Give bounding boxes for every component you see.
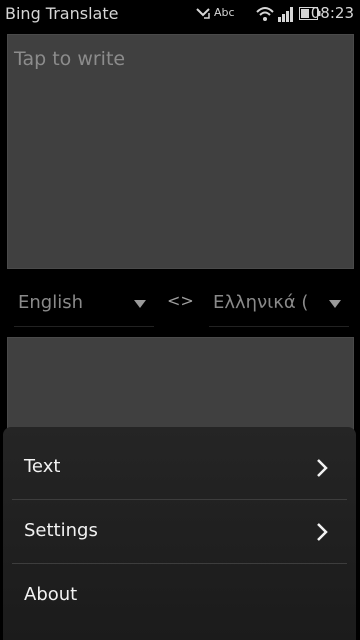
app-title: Bing Translate (5, 4, 119, 23)
menu-item-label: Settings (24, 520, 98, 541)
status-icons: Abc 08:23 (190, 4, 360, 24)
menu-item-label: About (24, 584, 78, 605)
chevron-right-icon (317, 523, 328, 541)
source-text-input[interactable]: Tap to write (7, 34, 354, 269)
network-label: Abc (214, 6, 235, 19)
menu-item-about[interactable]: About (12, 564, 347, 628)
chevron-right-icon (317, 459, 328, 477)
missed-call-icon (196, 8, 210, 19)
language-bar: English <> Ελληνικά ( (0, 282, 360, 327)
dropdown-arrow-icon (134, 300, 146, 308)
swap-languages-button[interactable]: <> (167, 291, 194, 310)
menu-item-text[interactable]: Text (12, 436, 347, 500)
source-language-label: English (18, 292, 83, 313)
wifi-icon (256, 7, 274, 21)
target-language-select[interactable]: Ελληνικά ( (209, 282, 349, 327)
target-language-label: Ελληνικά ( (213, 292, 309, 313)
signal-icon (278, 7, 293, 22)
options-menu: Text Settings About (3, 427, 356, 640)
menu-item-label: Text (24, 456, 61, 477)
status-bar: Bing Translate Abc 08:23 (0, 0, 360, 28)
dropdown-arrow-icon (329, 300, 341, 308)
source-language-select[interactable]: English (14, 282, 154, 327)
menu-item-settings[interactable]: Settings (12, 500, 347, 564)
input-placeholder: Tap to write (14, 48, 126, 70)
clock: 08:23 (310, 4, 354, 22)
